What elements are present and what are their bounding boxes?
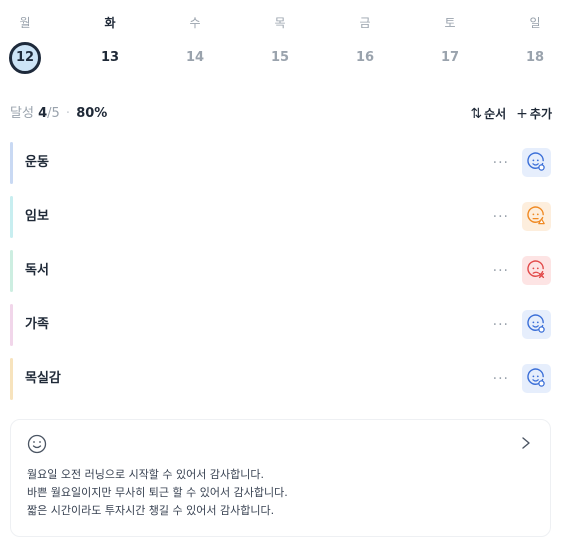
summary-separator: · — [65, 106, 71, 121]
day-number[interactable]: 13 — [94, 42, 126, 74]
gratitude-card[interactable]: 월요일 오전 러닝으로 시작할 수 있어서 감사합니다. 바쁜 월요일이지만 무… — [10, 419, 551, 537]
gratitude-line: 월요일 오전 러닝으로 시작할 수 있어서 감사합니다. — [27, 468, 264, 481]
more-icon[interactable]: ··· — [493, 304, 509, 346]
day-sun[interactable]: 일 18 — [513, 14, 557, 74]
mood-good-icon[interactable] — [522, 148, 551, 177]
day-fri[interactable]: 금 16 — [343, 14, 387, 74]
habit-row[interactable]: 목실감 ··· — [10, 358, 551, 400]
list-actions: ⇅ 순서 + 추가 — [470, 104, 552, 124]
day-number[interactable]: 17 — [434, 42, 466, 74]
day-number[interactable]: 15 — [264, 42, 296, 74]
week-strip: 월 12 화 13 수 14 목 15 금 16 토 17 일 18 — [0, 14, 561, 74]
day-mon[interactable]: 월 12 — [3, 14, 47, 74]
day-wed[interactable]: 수 14 — [173, 14, 217, 74]
smile-icon — [27, 434, 47, 454]
day-name: 화 — [104, 16, 116, 30]
more-icon[interactable]: ··· — [493, 358, 509, 400]
day-number[interactable]: 18 — [519, 42, 551, 74]
habit-name: 가족 — [25, 317, 49, 332]
habit-color-bar — [10, 250, 13, 292]
day-name: 목 — [274, 16, 286, 30]
day-name: 토 — [444, 16, 456, 30]
day-thu[interactable]: 목 15 — [258, 14, 302, 74]
habit-name: 목실감 — [25, 371, 61, 386]
summary-label: 달성 — [10, 106, 34, 121]
sort-icon: ⇅ — [470, 106, 483, 122]
chevron-right-icon[interactable] — [520, 436, 532, 450]
day-number-selected[interactable]: 12 — [9, 42, 41, 74]
summary-done: 4 — [38, 106, 48, 121]
reorder-button[interactable]: ⇅ 순서 — [470, 104, 506, 124]
mood-bad-icon[interactable] — [522, 256, 551, 285]
plus-icon: + — [516, 106, 528, 122]
more-icon[interactable]: ··· — [493, 196, 509, 238]
more-icon[interactable]: ··· — [493, 250, 509, 292]
habit-color-bar — [10, 358, 13, 400]
gratitude-line: 바쁜 월요일이지만 무사히 퇴근 할 수 있어서 감사합니다. — [27, 486, 288, 499]
mood-neutral-icon[interactable] — [522, 202, 551, 231]
habit-name: 운동 — [25, 155, 49, 170]
habit-color-bar — [10, 304, 13, 346]
day-name: 수 — [189, 16, 201, 30]
habit-row[interactable]: 독서 ··· — [10, 250, 551, 292]
add-label: 추가 — [529, 107, 552, 121]
achievement-summary: 달성 4/5 · 80% — [10, 104, 107, 124]
gratitude-lines: 월요일 오전 러닝으로 시작할 수 있어서 감사합니다. 바쁜 월요일이지만 무… — [27, 466, 288, 520]
habit-color-bar — [10, 142, 13, 184]
habit-color-bar — [10, 196, 13, 238]
habit-name: 독서 — [25, 263, 49, 278]
habit-name: 임보 — [25, 209, 49, 224]
day-tue[interactable]: 화 13 — [88, 14, 132, 74]
reorder-label: 순서 — [484, 107, 507, 121]
day-sat[interactable]: 토 17 — [428, 14, 472, 74]
add-button[interactable]: + 추가 — [516, 104, 552, 124]
day-name: 일 — [529, 16, 541, 30]
habit-row[interactable]: 운동 ··· — [10, 142, 551, 184]
gratitude-line: 짧은 시간이라도 투자시간 챙길 수 있어서 감사합니다. — [27, 504, 275, 517]
mood-good-icon[interactable] — [522, 364, 551, 393]
day-number[interactable]: 16 — [349, 42, 381, 74]
day-number[interactable]: 14 — [179, 42, 211, 74]
day-name: 금 — [359, 16, 371, 30]
day-name: 월 — [19, 16, 31, 30]
summary-total: /5 — [47, 106, 60, 121]
mood-good-icon[interactable] — [522, 310, 551, 339]
more-icon[interactable]: ··· — [493, 142, 509, 184]
habit-row[interactable]: 임보 ··· — [10, 196, 551, 238]
habit-row[interactable]: 가족 ··· — [10, 304, 551, 346]
summary-percent: 80% — [76, 106, 108, 121]
